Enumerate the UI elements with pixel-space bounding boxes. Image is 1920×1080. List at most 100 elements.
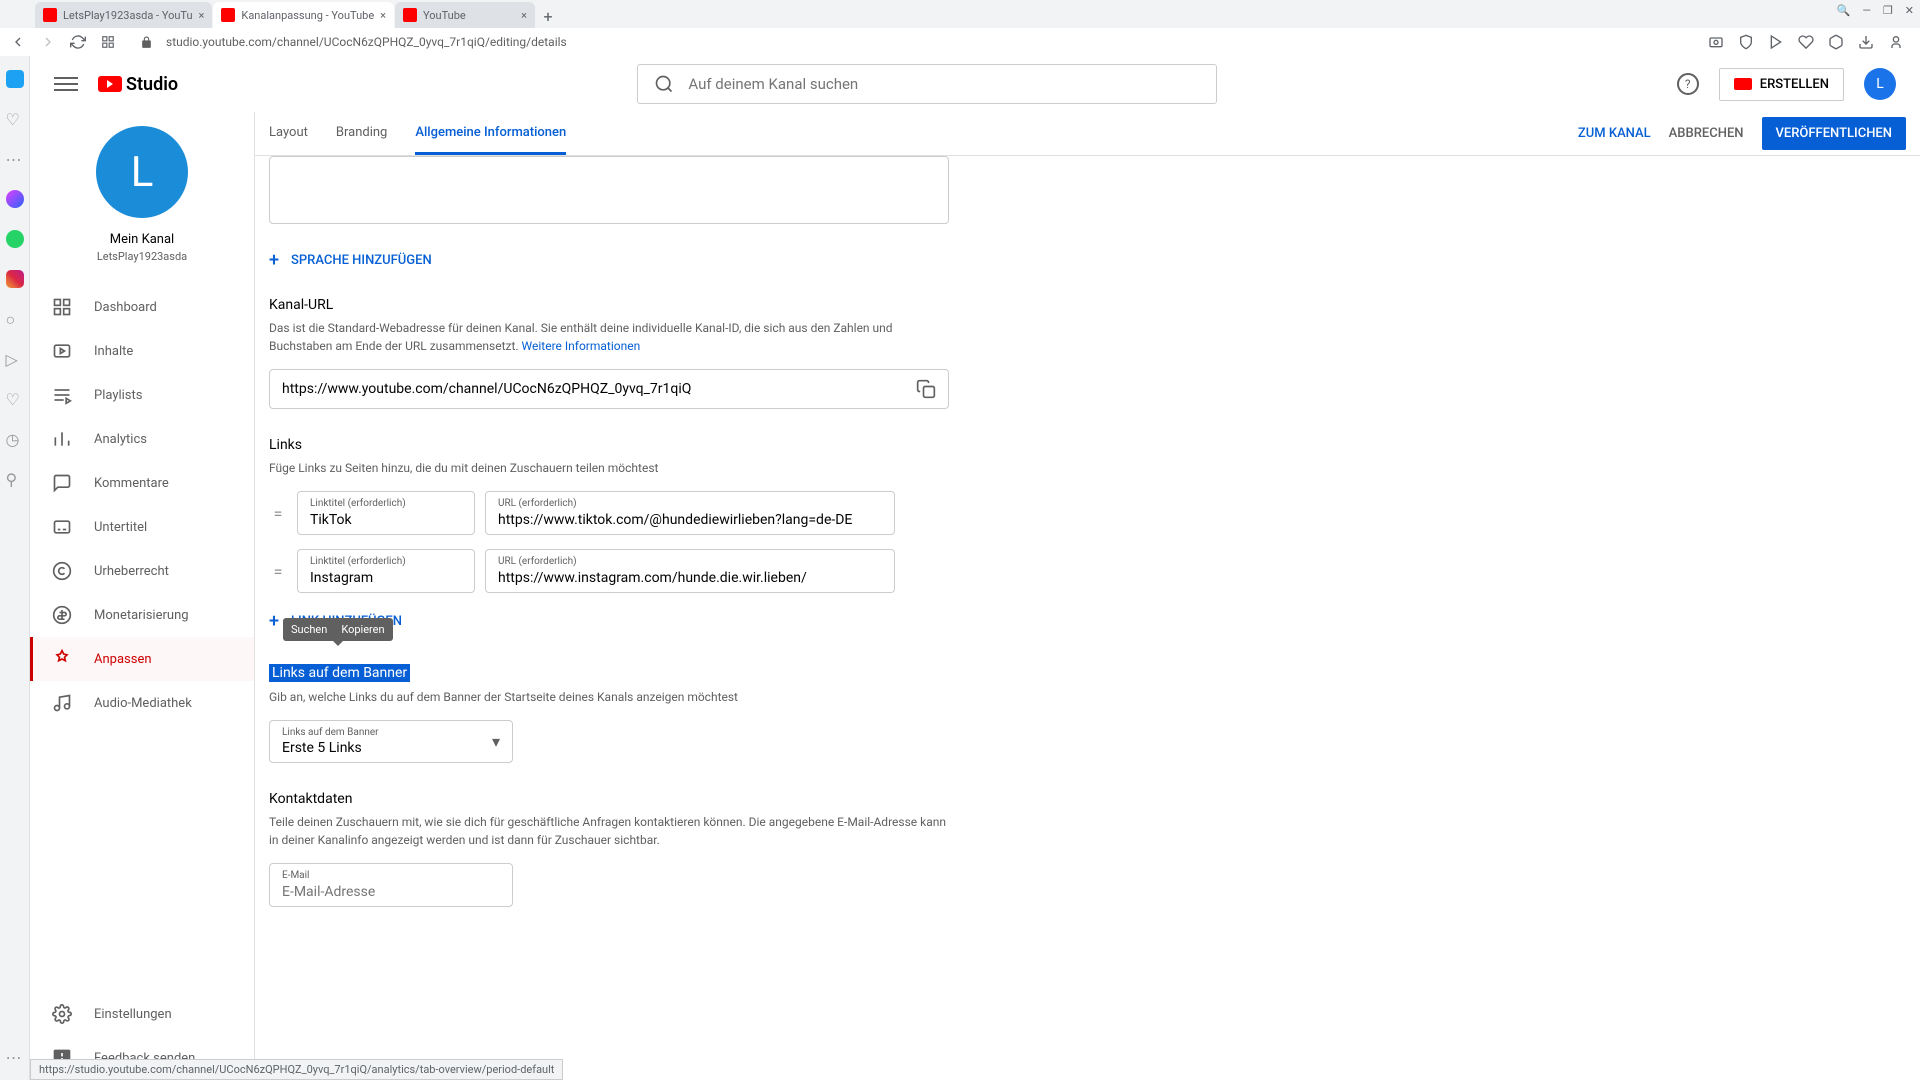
youtube-favicon-icon	[403, 8, 417, 22]
heart-icon[interactable]: ♡	[6, 390, 24, 408]
tab-layout[interactable]: Layout	[269, 112, 308, 155]
status-bar: https://studio.youtube.com/channel/UCocN…	[30, 1059, 563, 1080]
browser-tab[interactable]: LetsPlay1923asda - YouTu ×	[35, 2, 212, 28]
copy-icon[interactable]	[916, 379, 936, 399]
link-url-value[interactable]	[498, 512, 882, 528]
banner-links-dropdown[interactable]: Links auf dem Banner Erste 5 Links ▾	[269, 720, 513, 763]
channel-avatar[interactable]: L	[96, 126, 188, 218]
lock-icon[interactable]	[136, 32, 156, 52]
dots-icon[interactable]: ⋯	[6, 150, 24, 168]
link-title-value[interactable]	[310, 570, 462, 586]
instagram-icon[interactable]	[6, 270, 24, 288]
contact-desc: Teile deinen Zuschauern mit, wie sie dic…	[269, 813, 949, 849]
nav-monetization[interactable]: Monetarisierung	[30, 593, 254, 637]
studio-sidebar: L Mein Kanal LetsPlay1923asda Dashboard …	[30, 112, 255, 1080]
nav-subtitles[interactable]: Untertitel	[30, 505, 254, 549]
nav-label: Inhalte	[94, 344, 133, 359]
links-desc: Füge Links zu Seiten hinzu, die du mit d…	[269, 459, 949, 477]
home-icon[interactable]	[6, 70, 24, 88]
link-url-input[interactable]: URL (erforderlich)	[485, 549, 895, 593]
tab-basic-info[interactable]: Allgemeine Informationen	[415, 112, 566, 155]
nav-audio-library[interactable]: Audio-Mediathek	[30, 681, 254, 725]
window-controls: 🔍 — ❐ ✕	[1837, 4, 1914, 17]
more-info-link[interactable]: Weitere Informationen	[522, 339, 641, 353]
browser-tab[interactable]: YouTube ×	[395, 2, 535, 28]
tab-title: Kanalanpassung - YouTube	[241, 9, 374, 22]
close-tab-icon[interactable]: ×	[380, 9, 386, 22]
close-tab-icon[interactable]: ×	[199, 9, 205, 22]
nav-label: Urheberrecht	[94, 564, 169, 579]
nav-customize[interactable]: Anpassen	[30, 637, 254, 681]
link-url-input[interactable]: URL (erforderlich)	[485, 491, 895, 535]
messenger-icon[interactable]	[6, 190, 24, 208]
tooltip-copy[interactable]: Kopieren	[341, 623, 384, 636]
nav-playlists[interactable]: Playlists	[30, 373, 254, 417]
email-input[interactable]: E-Mail	[269, 863, 513, 907]
link-url-value[interactable]	[498, 570, 882, 586]
description-textarea[interactable]	[269, 156, 949, 224]
nav-content[interactable]: Inhalte	[30, 329, 254, 373]
email-field[interactable]	[282, 884, 500, 900]
view-channel-link[interactable]: ZUM KANAL	[1578, 126, 1651, 141]
search-input[interactable]	[688, 75, 1200, 93]
url-text[interactable]: studio.youtube.com/channel/UCocN6zQPHQZ_…	[166, 35, 1698, 49]
clock-icon[interactable]: ◷	[6, 430, 24, 448]
close-tab-icon[interactable]: ×	[521, 9, 527, 22]
channel-url-field[interactable]: https://www.youtube.com/channel/UCocN6zQ…	[269, 369, 949, 409]
nav-label: Analytics	[94, 432, 147, 447]
whatsapp-icon[interactable]	[6, 230, 24, 248]
link-title-input[interactable]: Linktitel (erforderlich)	[297, 549, 475, 593]
tooltip-search[interactable]: Suchen	[291, 623, 327, 636]
drag-handle-icon[interactable]: =	[269, 562, 287, 581]
help-icon[interactable]: ?	[1677, 73, 1699, 95]
nav-settings[interactable]: Einstellungen	[30, 992, 254, 1036]
nav-dashboard[interactable]: Dashboard	[30, 285, 254, 329]
search-chrome-icon[interactable]: 🔍	[1837, 4, 1851, 17]
minimize-icon[interactable]: —	[1862, 4, 1871, 17]
more-icon[interactable]: ⋯	[6, 1048, 24, 1066]
link-title-input[interactable]: Linktitel (erforderlich)	[297, 491, 475, 535]
link-title-label: Linktitel (erforderlich)	[310, 556, 462, 567]
create-button[interactable]: ERSTELLEN	[1719, 68, 1844, 101]
drag-handle-icon[interactable]: =	[269, 504, 287, 523]
camera-icon[interactable]	[1708, 34, 1724, 50]
close-window-icon[interactable]: ✕	[1905, 4, 1914, 17]
profile-icon[interactable]	[1888, 34, 1904, 50]
heart-icon[interactable]	[1798, 34, 1814, 50]
address-bar: studio.youtube.com/channel/UCocN6zQPHQZ_…	[0, 28, 1920, 56]
reload-button[interactable]	[68, 32, 88, 52]
search-box[interactable]	[637, 64, 1217, 104]
download-icon[interactable]	[1858, 34, 1874, 50]
link-title-value[interactable]	[310, 512, 462, 528]
cancel-button[interactable]: ABBRECHEN	[1669, 126, 1744, 141]
pin-icon[interactable]: ⚲	[6, 470, 24, 488]
opera-sidebar: ♡ ⋯ ○ ▷ ♡ ◷ ⚲ ⋯	[0, 56, 30, 1080]
nav-analytics[interactable]: Analytics	[30, 417, 254, 461]
hamburger-menu-icon[interactable]	[54, 72, 78, 96]
forward-button[interactable]	[38, 32, 58, 52]
customize-icon	[52, 649, 72, 669]
browser-tab-active[interactable]: Kanalanpassung - YouTube ×	[213, 2, 394, 28]
studio-logo[interactable]: Studio	[98, 74, 178, 95]
maximize-icon[interactable]: ❐	[1883, 4, 1893, 17]
create-label: ERSTELLEN	[1760, 77, 1829, 92]
link-url-label: URL (erforderlich)	[498, 556, 882, 567]
shield-icon[interactable]	[1738, 34, 1754, 50]
cube-icon[interactable]	[1828, 34, 1844, 50]
play-icon[interactable]	[1768, 34, 1784, 50]
tab-branding[interactable]: Branding	[336, 112, 387, 155]
heart-outline-icon[interactable]: ♡	[6, 110, 24, 128]
publish-button[interactable]: VERÖFFENTLICHEN	[1762, 117, 1906, 150]
tab-title: LetsPlay1923asda - YouTu	[63, 9, 193, 22]
nav-copyright[interactable]: Urheberrecht	[30, 549, 254, 593]
user-avatar[interactable]: L	[1864, 68, 1896, 100]
circle-icon[interactable]: ○	[6, 310, 24, 328]
nav-comments[interactable]: Kommentare	[30, 461, 254, 505]
dropdown-label: Links auf dem Banner	[282, 727, 379, 738]
back-button[interactable]	[8, 32, 28, 52]
tiles-icon[interactable]	[98, 32, 118, 52]
add-language-button[interactable]: + SPRACHE HINZUFÜGEN	[269, 244, 949, 297]
new-tab-button[interactable]: +	[536, 4, 560, 28]
copyright-icon	[52, 561, 72, 581]
play-outline-icon[interactable]: ▷	[6, 350, 24, 368]
